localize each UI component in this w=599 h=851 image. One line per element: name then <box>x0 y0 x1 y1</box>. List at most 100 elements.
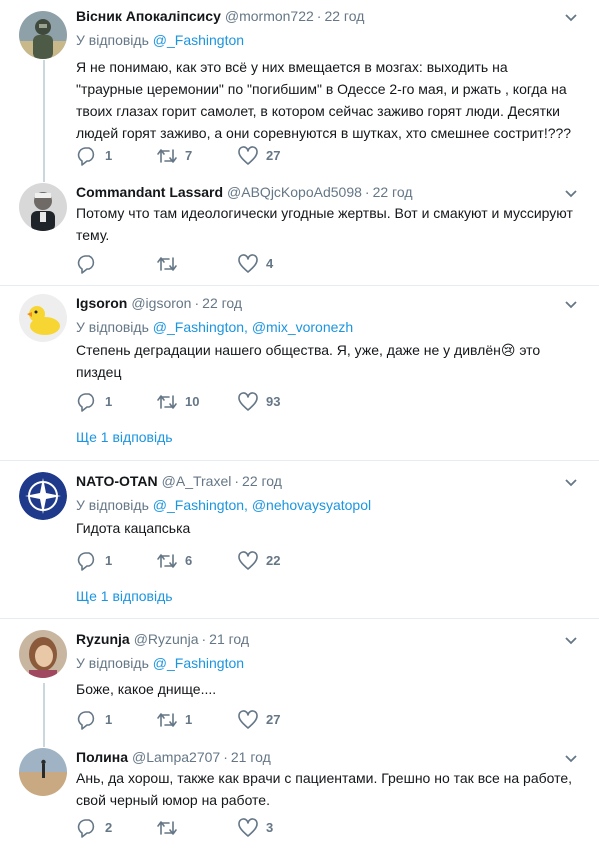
like-count: 22 <box>266 553 281 568</box>
tweet[interactable]: Полина @Lampa2707 · 21 год Ань, да хорош, т… <box>0 748 599 848</box>
tweet[interactable]: Ryzunja @Ryzunja · 21 год У відповідь @_Fas… <box>0 630 599 740</box>
reply-to-prefix: У відповідь <box>76 319 149 335</box>
retweet-count: 1 <box>185 712 193 727</box>
reply-to-mention[interactable]: @mix_voronezh <box>252 319 353 335</box>
reply-to-line: У відповідь @_Fashington, @nehovaysyatop… <box>76 496 371 514</box>
username[interactable]: @mormon722 <box>225 8 314 24</box>
like-icon <box>238 818 258 837</box>
reply-icon <box>77 711 95 730</box>
timestamp[interactable]: 21 год <box>231 749 271 765</box>
reply-to-mention[interactable]: @_Fashington, <box>153 319 248 335</box>
reply-to-prefix: У відповідь <box>76 32 149 48</box>
tweet-header: Igsoron @igsoron · 22 год <box>76 294 242 312</box>
separator-dot: · <box>234 473 240 489</box>
tweet-text: Гидота кацапська <box>76 520 191 536</box>
caret-down-icon[interactable] <box>564 754 578 764</box>
like-count: 3 <box>266 820 274 835</box>
tweet-text: Потому что там идеологически угодные жер… <box>76 205 573 243</box>
tweet[interactable]: NATO-OTAN @A_Traxel · 22 год У відповідь @_… <box>0 472 599 612</box>
username[interactable]: @igsoron <box>131 295 191 311</box>
avatar[interactable] <box>19 630 67 678</box>
avatar[interactable] <box>19 294 67 342</box>
avatar[interactable] <box>19 11 67 59</box>
reply-count: 1 <box>105 394 113 409</box>
avatar[interactable] <box>19 183 67 231</box>
retweet-icon <box>157 713 177 727</box>
username[interactable]: @Ryzunja <box>134 631 199 647</box>
retweet-icon <box>157 395 177 409</box>
retweet-icon <box>157 554 177 568</box>
timestamp[interactable]: 22 год <box>202 295 242 311</box>
separator-dot: · <box>194 295 200 311</box>
username[interactable]: @Lampa2707 <box>132 749 220 765</box>
timestamp[interactable]: 22 год <box>324 8 364 24</box>
tweet-header: Полина @Lampa2707 · 21 год <box>76 748 271 766</box>
separator-dot: · <box>316 8 322 24</box>
like-count: 4 <box>266 256 274 271</box>
reply-to-mention[interactable]: @nehovaysyatopol <box>252 497 371 513</box>
display-name[interactable]: Вісник Апокаліпсису <box>76 8 221 24</box>
reply-icon <box>77 393 95 412</box>
username[interactable]: @A_Traxel <box>162 473 232 489</box>
separator <box>0 460 599 461</box>
retweet-icon <box>157 821 177 835</box>
separator <box>0 285 599 286</box>
avatar[interactable] <box>19 472 67 520</box>
timestamp[interactable]: 22 год <box>242 473 282 489</box>
tweet-header: NATO-OTAN @A_Traxel · 22 год <box>76 472 282 490</box>
display-name[interactable]: Ryzunja <box>76 631 130 647</box>
username[interactable]: @ABQjcKopoAd5098 <box>227 184 362 200</box>
reply-to-mention[interactable]: @_Fashington <box>153 32 244 48</box>
reply-to-prefix: У відповідь <box>76 655 149 671</box>
like-icon <box>238 710 258 729</box>
tweet[interactable]: Вісник Апокаліпсису @mormon722 · 22 год У в… <box>0 7 599 177</box>
separator <box>0 618 599 619</box>
like-count: 27 <box>266 148 281 163</box>
reply-count: 1 <box>105 553 113 568</box>
display-name[interactable]: Igsoron <box>76 295 127 311</box>
like-count: 93 <box>266 394 281 409</box>
like-icon <box>238 551 258 570</box>
timestamp[interactable]: 22 год <box>373 184 413 200</box>
reply-icon <box>77 819 95 838</box>
tweet[interactable]: Commandant Lassard @ABQjcKopoAd5098 · 22 го… <box>0 183 599 283</box>
reply-count: 1 <box>105 148 113 163</box>
show-more-replies-link[interactable]: Ще 1 відповідь <box>76 428 173 446</box>
tweet[interactable]: Igsoron @igsoron · 22 год У відповідь @_Fas… <box>0 294 599 454</box>
reply-to-prefix: У відповідь <box>76 497 149 513</box>
avatar[interactable] <box>19 748 67 796</box>
tweet-header: Commandant Lassard @ABQjcKopoAd5098 · 22 го… <box>76 183 413 201</box>
caret-down-icon[interactable] <box>564 13 578 23</box>
reply-to-mention[interactable]: @_Fashington <box>153 655 244 671</box>
tweet-header: Ryzunja @Ryzunja · 21 год <box>76 630 249 648</box>
reply-to-line: У відповідь @_Fashington <box>76 31 244 49</box>
separator-dot: · <box>364 184 370 200</box>
tweet-header: Вісник Апокаліпсису @mormon722 · 22 год <box>76 7 364 25</box>
caret-down-icon[interactable] <box>564 189 578 199</box>
display-name[interactable]: Полина <box>76 749 128 765</box>
retweet-icon <box>157 149 177 163</box>
reply-icon <box>77 255 95 274</box>
tweet-text: Ань, да хорош, также как врачи с пациент… <box>76 770 573 808</box>
retweet-count: 6 <box>185 553 193 568</box>
display-name[interactable]: Commandant Lassard <box>76 184 223 200</box>
caret-down-icon[interactable] <box>564 636 578 646</box>
like-icon <box>238 254 258 273</box>
timestamp[interactable]: 21 год <box>209 631 249 647</box>
like-icon <box>238 146 258 165</box>
show-more-replies-link[interactable]: Ще 1 відповідь <box>76 587 173 605</box>
tweet-text: Степень деградации нашего общества. Я, у… <box>76 342 541 380</box>
reply-icon <box>77 552 95 571</box>
retweet-icon <box>157 257 177 271</box>
reply-count: 1 <box>105 712 113 727</box>
retweet-count: 7 <box>185 148 193 163</box>
caret-down-icon[interactable] <box>564 300 578 310</box>
display-name[interactable]: NATO-OTAN <box>76 473 158 489</box>
caret-down-icon[interactable] <box>564 478 578 488</box>
reply-count: 2 <box>105 820 113 835</box>
separator-dot: · <box>223 749 228 765</box>
retweet-count: 10 <box>185 394 200 409</box>
separator-dot: · <box>201 631 207 647</box>
like-icon <box>238 392 258 411</box>
reply-to-mention[interactable]: @_Fashington, <box>153 497 248 513</box>
